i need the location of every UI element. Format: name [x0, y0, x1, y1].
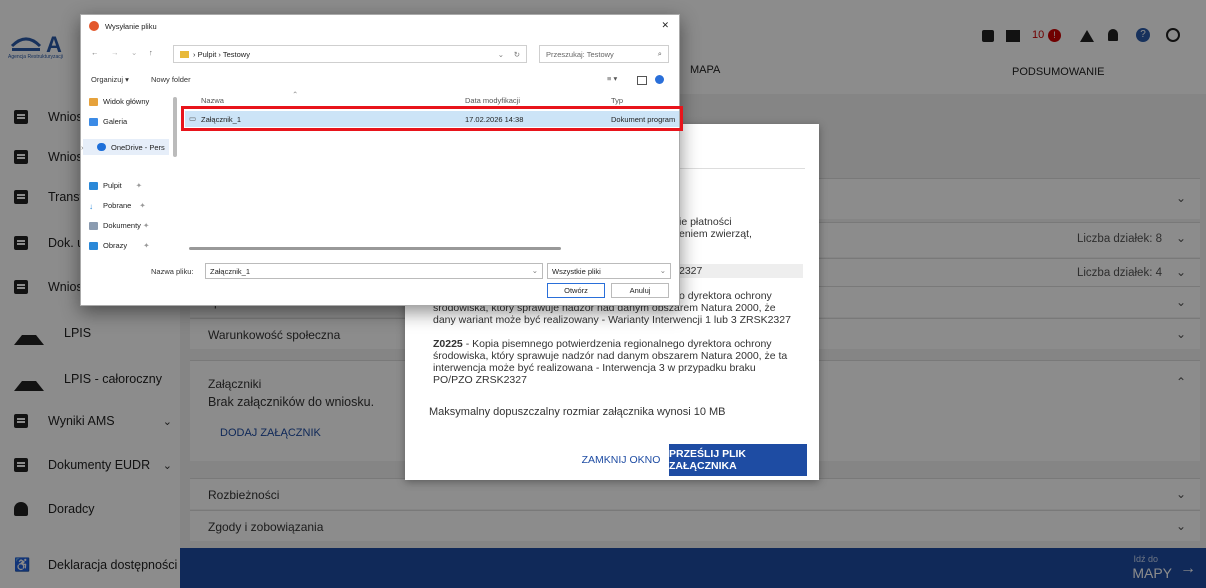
close-window-button[interactable]: ZAMKNIJ OKNO [581, 444, 661, 476]
address-bar[interactable]: › Pulpit › Testowy ⌄ ↻ [173, 45, 527, 63]
file-upload-dialog: Wysyłanie pliku ✕ ← → ⌄ ↑ › Pulpit › Tes… [80, 14, 683, 306]
column-header-name[interactable]: Nazwa [201, 96, 224, 105]
search-icon: ⌕ [657, 49, 662, 58]
forward-icon[interactable]: → [111, 48, 119, 57]
attachment-code: Z0225 [433, 338, 463, 350]
back-icon[interactable]: ← [91, 48, 99, 57]
nav-label: Pulpit [103, 181, 122, 190]
nav-scrollbar[interactable] [173, 97, 177, 157]
documents-icon [89, 221, 98, 230]
filename-value: Załącznik_1 [210, 267, 251, 276]
refresh-icon[interactable]: ↻ [514, 50, 520, 59]
pin-icon: ✦ [135, 181, 143, 190]
pin-icon: ✦ [142, 221, 150, 230]
pin-icon: ✦ [143, 241, 150, 250]
nav-item-onedrive[interactable]: › OneDrive - Pers [81, 139, 169, 155]
column-header-type[interactable]: Typ [611, 96, 623, 105]
max-size-note: Maksymalny dopuszczalny rozmiar załączni… [429, 406, 726, 418]
gallery-icon [89, 117, 98, 126]
modal-text-fragment: o dyrektora ochrony [679, 290, 772, 302]
close-icon[interactable]: ✕ [661, 20, 669, 31]
browser-icon [89, 21, 99, 31]
nav-item-pulpit[interactable]: Pulpit ✦ [89, 181, 142, 190]
help-icon[interactable] [655, 75, 664, 84]
recent-icon[interactable]: ⌄ [131, 48, 137, 57]
nav-item-home[interactable]: Widok główny [89, 97, 149, 106]
chevron-down-icon[interactable]: ⌄ [498, 50, 504, 59]
pictures-icon [89, 241, 98, 250]
modal-text-fragment: 2327 [679, 265, 703, 277]
pin-icon: ✦ [139, 201, 146, 210]
search-placeholder: Przeszukaj: Testowy [546, 49, 614, 59]
organize-button[interactable]: Organizuj ▾ [91, 75, 129, 84]
horizontal-scrollbar[interactable] [189, 247, 561, 250]
nav-label: OneDrive - Pers [111, 142, 165, 152]
desktop-icon [89, 181, 98, 190]
filter-value: Wszystkie pliki [552, 267, 601, 276]
file-type-filter[interactable]: Wszystkie pliki ⌄ [547, 263, 671, 279]
filename-input[interactable]: Załącznik_1 ⌄ [205, 263, 543, 279]
highlight-box [181, 106, 683, 131]
up-icon[interactable]: ↑ [149, 48, 153, 57]
nav-item-obrazy[interactable]: Obrazy ✦ [89, 241, 149, 250]
nav-label: Galeria [103, 117, 128, 126]
dialog-titlebar: Wysyłanie pliku ✕ [81, 15, 679, 37]
cloud-icon [97, 143, 106, 151]
nav-item-dokumenty[interactable]: Dokumenty ✦ [89, 221, 149, 230]
cancel-button[interactable]: Anuluj [611, 283, 669, 298]
new-folder-button[interactable]: Nowy folder [151, 75, 191, 84]
breadcrumb: › Pulpit › Testowy [193, 49, 250, 59]
search-input[interactable]: Przeszukaj: Testowy ⌕ [539, 45, 669, 63]
dialog-title: Wysyłanie pliku [105, 21, 157, 31]
modal-text-fragment: ie płatności [679, 216, 732, 228]
view-options-icon[interactable]: ≡ ▾ [607, 74, 617, 83]
open-button[interactable]: Otwórz [547, 283, 605, 298]
filename-label: Nazwa pliku: [151, 267, 194, 276]
nav-item-pobrane[interactable]: ↓ Pobrane ✦ [89, 201, 146, 211]
chevron-right-icon[interactable]: › [81, 143, 84, 152]
chevron-down-icon[interactable]: ⌄ [660, 266, 666, 275]
nav-label: Pobrane [103, 201, 132, 210]
nav-label: Dokumenty [103, 221, 141, 230]
nav-item-gallery[interactable]: Galeria [89, 117, 127, 126]
preview-pane-icon[interactable] [637, 76, 647, 85]
attachment-description: - Kopia pisemnego potwierdzenia regional… [433, 338, 788, 386]
nav-label: Widok główny [103, 97, 150, 106]
nav-label: Obrazy [103, 241, 128, 250]
column-header-date[interactable]: Data modyfikacji [465, 96, 520, 105]
home-icon [89, 97, 98, 106]
modal-text-fragment: eniem zwierząt, [679, 228, 752, 240]
navigation-pane: Widok główny Galeria › OneDrive - Pers Pu… [81, 97, 173, 267]
folder-icon [180, 50, 189, 58]
chevron-down-icon[interactable]: ⌄ [532, 266, 538, 275]
send-attachment-button[interactable]: PRZEŚLIJ PLIK ZAŁĄCZNIKA [669, 444, 807, 476]
sort-icon: ⌃ [292, 90, 299, 99]
download-icon: ↓ [89, 201, 93, 211]
